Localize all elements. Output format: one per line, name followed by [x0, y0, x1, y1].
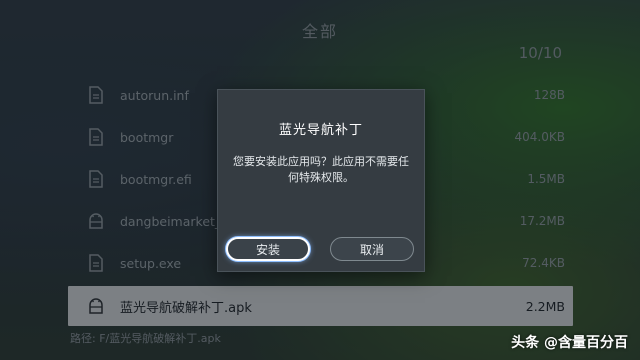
cancel-button[interactable]: 取消: [330, 237, 414, 261]
watermark: 头条 @含量百分百: [511, 335, 628, 351]
install-dialog: 蓝光导航补丁 您要安装此应用吗？此应用不需要任何特殊权限。 安装 取消: [217, 89, 425, 272]
dialog-title: 蓝光导航补丁: [278, 123, 363, 138]
dialog-message: 您要安装此应用吗？此应用不需要任何特殊权限。: [233, 155, 409, 184]
install-button[interactable]: 安装: [226, 237, 310, 261]
